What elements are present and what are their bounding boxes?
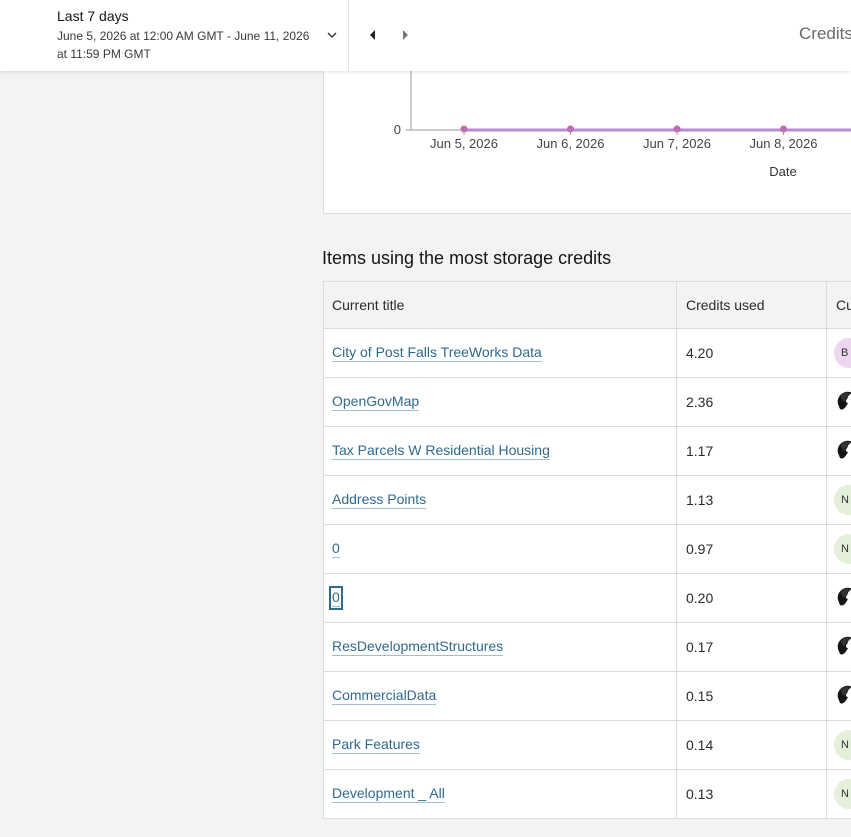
item-title-link[interactable]: Tax Parcels W Residential Housing xyxy=(332,442,550,460)
table-row: Tax Parcels W Residential Housing 1.17 xyxy=(323,427,851,476)
title-cell: 0 xyxy=(323,525,677,573)
tab-credits[interactable]: Credits xyxy=(799,24,851,44)
avatar[interactable]: N xyxy=(834,534,851,564)
y-tick-label: 0 xyxy=(394,122,401,137)
previous-period-icon[interactable] xyxy=(365,27,381,43)
avatar[interactable] xyxy=(834,436,851,466)
credits-chart-card: 0 Date Jun 5, 2026 Jun 6, 2026 Jun 7, 2026… xyxy=(323,71,851,214)
item-title-link[interactable]: Development _ All xyxy=(332,785,445,803)
credits-value: 1.13 xyxy=(686,492,714,508)
table-row: Park Features 0.14 N xyxy=(323,721,851,770)
table-row: 0 0.20 xyxy=(323,574,851,623)
credits-cell: 1.13 xyxy=(677,476,827,524)
owner-cell: N xyxy=(827,476,851,524)
avatar[interactable] xyxy=(834,387,851,417)
owner-cell: B xyxy=(827,329,851,377)
item-title-link[interactable]: Address Points xyxy=(332,491,427,509)
title-cell: Park Features xyxy=(323,721,677,769)
next-period-icon[interactable] xyxy=(397,27,413,43)
item-title-link[interactable]: Park Features xyxy=(332,736,420,754)
credits-value: 0.14 xyxy=(686,737,714,753)
owner-cell: N xyxy=(827,721,851,769)
x-tick-label: Jun 7, 2026 xyxy=(643,136,711,151)
title-cell: OpenGovMap xyxy=(323,378,677,426)
title-cell: Address Points xyxy=(323,476,677,524)
owner-cell: N xyxy=(827,525,851,573)
credits-value: 0.13 xyxy=(686,786,714,802)
x-tick-label: Jun 8, 2026 xyxy=(750,136,818,151)
credits-cell: 2.36 xyxy=(677,378,827,426)
credits-value: 0.20 xyxy=(686,590,714,606)
credits-chart: 0 Date Jun 5, 2026 Jun 6, 2026 Jun 7, 2026… xyxy=(394,71,851,179)
credits-cell: 0.97 xyxy=(677,525,827,573)
credits-cell: 0.14 xyxy=(677,721,827,769)
table-row: Address Points 1.13 N xyxy=(323,476,851,525)
credits-value: 2.36 xyxy=(686,394,714,410)
range-label: Last 7 days xyxy=(57,8,129,24)
title-cell: Tax Parcels W Residential Housing xyxy=(323,427,677,475)
title-cell: 0 xyxy=(323,574,677,622)
avatar[interactable]: N xyxy=(834,485,851,515)
avatar[interactable] xyxy=(834,681,851,711)
item-title-link[interactable]: OpenGovMap xyxy=(332,393,420,411)
table-row: ResDevelopmentStructures 0.17 xyxy=(323,623,851,672)
avatar[interactable]: N xyxy=(834,779,851,809)
credits-value: 0.17 xyxy=(686,639,714,655)
item-title-link[interactable]: City of Post Falls TreeWorks Data xyxy=(332,344,542,362)
avatar[interactable]: B xyxy=(834,338,851,368)
chevron-down-icon[interactable] xyxy=(325,28,339,42)
credits-cell: 0.20 xyxy=(677,574,827,622)
avatar[interactable] xyxy=(834,583,851,613)
title-cell: Development _ All xyxy=(323,770,677,818)
credits-cell: 0.13 xyxy=(677,770,827,818)
credits-value: 0.15 xyxy=(686,688,714,704)
section-title: Items using the most storage credits xyxy=(322,248,612,268)
item-title-link[interactable]: CommercialData xyxy=(332,687,437,705)
column-header-credits[interactable]: Credits used xyxy=(677,282,827,328)
column-header-owner[interactable]: Cu xyxy=(827,282,851,328)
credits-value: 0.97 xyxy=(686,541,714,557)
owner-cell xyxy=(827,378,851,426)
credits-cell: 4.20 xyxy=(677,329,827,377)
table-header: Current title Credits used Cu xyxy=(323,282,851,329)
table-row: 0 0.97 N xyxy=(323,525,851,574)
table-row: Development _ All 0.13 N xyxy=(323,770,851,819)
title-cell: City of Post Falls TreeWorks Data xyxy=(323,329,677,377)
items-table: Current title Credits used Cu City of Po… xyxy=(323,281,851,819)
title-cell: ResDevelopmentStructures xyxy=(323,623,677,671)
item-title-link[interactable]: 0 xyxy=(329,586,343,610)
range-detail: June 5, 2026 at 12:00 AM GMT - June 11, … xyxy=(57,29,310,61)
owner-cell xyxy=(827,623,851,671)
x-tick-label: Jun 5, 2026 xyxy=(430,136,498,151)
table-row: CommercialData 0.15 xyxy=(323,672,851,721)
item-title-link[interactable]: ResDevelopmentStructures xyxy=(332,638,504,656)
credits-value: 1.17 xyxy=(686,443,714,459)
title-cell: CommercialData xyxy=(323,672,677,720)
avatar[interactable] xyxy=(834,632,851,662)
owner-cell xyxy=(827,427,851,475)
owner-cell: N xyxy=(827,770,851,818)
top-bar: Last 7 days June 5, 2026 at 12:00 AM GMT… xyxy=(0,0,851,71)
table-row: OpenGovMap 2.36 xyxy=(323,378,851,427)
credits-cell: 0.17 xyxy=(677,623,827,671)
owner-cell xyxy=(827,574,851,622)
table-row: City of Post Falls TreeWorks Data 4.20 B xyxy=(323,329,851,378)
x-tick-label: Jun 6, 2026 xyxy=(537,136,605,151)
avatar[interactable]: N xyxy=(834,730,851,760)
column-header-title[interactable]: Current title xyxy=(323,282,677,328)
item-title-link[interactable]: 0 xyxy=(332,540,340,558)
x-axis-label: Date xyxy=(769,164,796,179)
credits-cell: 0.15 xyxy=(677,672,827,720)
owner-cell xyxy=(827,672,851,720)
credits-cell: 1.17 xyxy=(677,427,827,475)
date-range-picker[interactable]: Last 7 days June 5, 2026 at 12:00 AM GMT… xyxy=(0,0,349,71)
credits-value: 4.20 xyxy=(686,345,714,361)
